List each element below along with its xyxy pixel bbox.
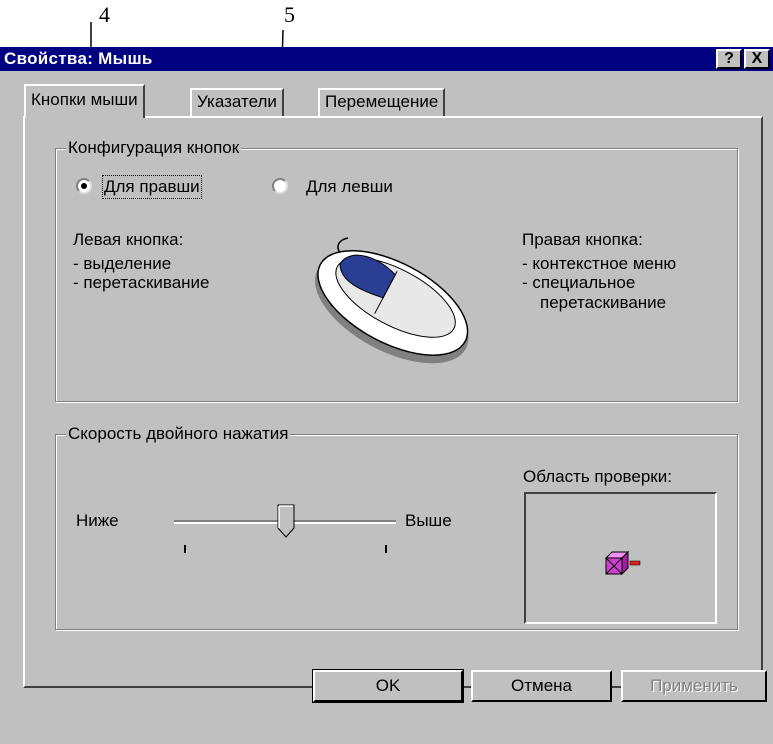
callout-number-4: 4 xyxy=(99,2,110,27)
test-box-icon xyxy=(604,550,641,576)
right-button-title: Правая кнопка: xyxy=(522,230,643,249)
cancel-button[interactable]: Отмена xyxy=(471,670,612,702)
double-click-speed-group-label: Скорость двойного нажатия xyxy=(66,424,291,444)
left-button-title: Левая кнопка: xyxy=(73,230,184,249)
ok-button[interactable]: OK xyxy=(312,669,464,703)
left-handed-radio[interactable] xyxy=(272,178,288,194)
left-button-action-1: - выделение xyxy=(73,254,172,273)
slower-label: Ниже xyxy=(76,511,119,530)
help-button[interactable]: ? xyxy=(716,49,742,69)
button-config-group-label: Конфигурация кнопок xyxy=(66,138,242,158)
faster-label: Выше xyxy=(405,511,452,530)
mouse-illustration xyxy=(314,237,469,364)
close-button[interactable]: X xyxy=(744,49,770,69)
right-button-action-1: - контекстное меню xyxy=(522,254,677,273)
window-title: Свойства: Мышь xyxy=(4,49,153,68)
tab-mouse-buttons[interactable]: Кнопки мыши xyxy=(24,84,145,118)
tab-motion[interactable]: Перемещение xyxy=(318,88,446,116)
right-handed-label[interactable]: Для правши xyxy=(102,175,202,199)
slider-tick-min xyxy=(184,545,186,553)
callout-number-5: 5 xyxy=(284,2,295,27)
tab-pointers[interactable]: Указатели xyxy=(190,88,284,116)
right-handed-radio[interactable] xyxy=(76,178,92,194)
apply-button[interactable]: Применить xyxy=(621,670,767,702)
double-click-speed-slider-thumb[interactable] xyxy=(277,504,295,538)
title-bar: Свойства: Мышь ? X xyxy=(0,47,773,71)
test-area-label: Область проверки: xyxy=(523,467,672,486)
test-area[interactable] xyxy=(524,492,717,624)
right-button-action-2: - специальное xyxy=(522,273,636,292)
left-handed-label[interactable]: Для левши xyxy=(306,177,393,197)
slider-tick-max xyxy=(385,545,387,553)
left-button-action-2: - перетаскивание xyxy=(73,273,210,292)
right-button-action-3: перетаскивание xyxy=(540,293,667,312)
